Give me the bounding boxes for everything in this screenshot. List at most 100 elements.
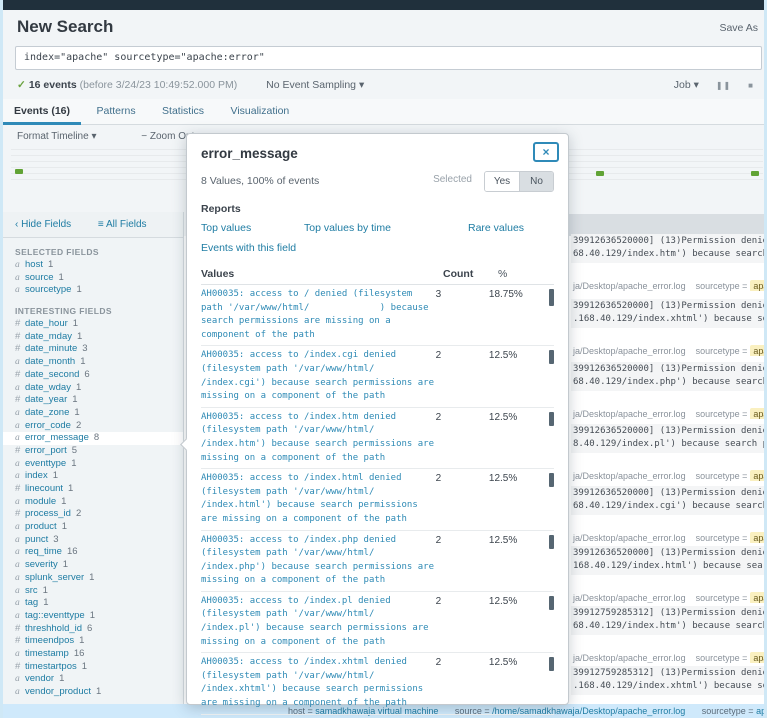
field-name-link[interactable]: date_minute (25, 343, 77, 354)
field-name-link[interactable]: splunk_server (25, 572, 84, 583)
event-source-fragment[interactable]: ja/Desktop/apache_error.log (573, 471, 686, 481)
value-text-link[interactable]: AH00035: access to / denied (filesystem … (201, 288, 436, 342)
tab-events[interactable]: Events (16) (3, 99, 82, 125)
field-row-timestartpos[interactable]: # timestartpos 1 (3, 661, 183, 674)
field-row-process_id[interactable]: # process_id 2 (3, 508, 183, 521)
event-source-fragment[interactable]: ja/Desktop/apache_error.log (573, 346, 686, 356)
field-row-eventtype[interactable]: a eventtype 1 (3, 458, 183, 471)
timeline-bar-segment[interactable] (596, 171, 604, 176)
value-text-link[interactable]: AH00035: access to /index.xhtml denied (… (201, 656, 436, 710)
selected-yes-button[interactable]: Yes (485, 172, 519, 191)
field-name-link[interactable]: date_year (25, 394, 67, 405)
value-text-link[interactable]: AH00035: access to /index.pl denied (fil… (201, 595, 436, 649)
event-row[interactable]: 39912759285312] (13)Permission denied: [… (571, 666, 764, 695)
field-row-vendor_product[interactable]: a vendor_product 1 (3, 686, 183, 699)
all-fields-link[interactable]: ≡ All Fields (98, 219, 147, 230)
field-name-link[interactable]: tag::eventtype (25, 610, 85, 621)
field-name-link[interactable]: error_port (25, 445, 67, 456)
field-name-link[interactable]: eventtype (25, 458, 66, 469)
close-icon[interactable]: × (533, 142, 559, 162)
field-row-date_mday[interactable]: # date_mday 1 (3, 331, 183, 344)
field-row-host[interactable]: a host 1 (3, 259, 183, 272)
field-name-link[interactable]: date_hour (25, 318, 68, 329)
field-row-severity[interactable]: a severity 1 (3, 559, 183, 572)
top-values-by-time-link[interactable]: Top values by time (304, 222, 391, 234)
field-name-link[interactable]: sourcetype (25, 284, 71, 295)
value-text-link[interactable]: AH00035: access to /index.htm denied (fi… (201, 411, 436, 465)
field-name-link[interactable]: source (25, 272, 54, 283)
field-name-link[interactable]: date_month (25, 356, 75, 367)
field-row-splunk_server[interactable]: a splunk_server 1 (3, 572, 183, 585)
field-name-link[interactable]: threshhold_id (25, 623, 82, 634)
event-row[interactable]: 39912636520000] (13)Permission denied: [… (571, 362, 764, 419)
selected-no-button[interactable]: No (519, 172, 553, 191)
field-row-threshhold_id[interactable]: # threshhold_id 6 (3, 623, 183, 636)
pause-icon[interactable]: ❚❚ (716, 81, 731, 90)
event-row[interactable]: 39912759285312] (13)Permission denied: [… (571, 606, 764, 663)
field-row-source[interactable]: a source 1 (3, 272, 183, 285)
tab-patterns[interactable]: Patterns (85, 99, 146, 125)
event-source-fragment[interactable]: ja/Desktop/apache_error.log (573, 653, 686, 663)
value-text-link[interactable]: AH00035: access to /index.cgi denied (fi… (201, 349, 436, 403)
field-name-link[interactable]: severity (25, 559, 58, 570)
top-values-link[interactable]: Top values (201, 222, 251, 234)
field-name-link[interactable]: vendor_product (25, 686, 91, 697)
rare-values-link[interactable]: Rare values (468, 222, 524, 234)
field-row-vendor[interactable]: a vendor 1 (3, 673, 183, 686)
timeline-bar-segment[interactable] (751, 171, 759, 176)
event-row[interactable]: 39912636520000] (13)Permission denied: [… (571, 234, 764, 291)
field-name-link[interactable]: product (25, 521, 57, 532)
event-source-fragment[interactable]: ja/Desktop/apache_error.log (573, 281, 686, 291)
field-name-link[interactable]: date_wday (25, 382, 71, 393)
field-row-index[interactable]: a index 1 (3, 470, 183, 483)
field-row-timestamp[interactable]: a timestamp 16 (3, 648, 183, 661)
field-name-link[interactable]: process_id (25, 508, 71, 519)
stop-icon[interactable]: ■ (748, 81, 754, 90)
field-name-link[interactable]: date_second (25, 369, 79, 380)
field-row-error_port[interactable]: # error_port 5 (3, 445, 183, 458)
event-row[interactable]: 39912636520000] (13)Permission denied: [… (571, 424, 764, 481)
save-as-button[interactable]: Save As (719, 22, 758, 34)
sourcetype-highlighted-value[interactable]: apach (750, 408, 764, 419)
field-row-timeendpos[interactable]: # timeendpos 1 (3, 635, 183, 648)
sourcetype-highlighted-value[interactable]: apad (750, 532, 764, 543)
field-name-link[interactable]: punct (25, 534, 48, 545)
field-row-sourcetype[interactable]: a sourcetype 1 (3, 284, 183, 297)
sourcetype-highlighted-value[interactable]: apach (750, 592, 764, 603)
field-row-tag[interactable]: a tag 1 (3, 597, 183, 610)
field-row-date_hour[interactable]: # date_hour 1 (3, 318, 183, 331)
field-row-tag::eventtype[interactable]: a tag::eventtype 1 (3, 610, 183, 623)
sourcetype-highlighted-value[interactable]: apac (750, 470, 764, 481)
field-name-link[interactable]: date_mday (25, 331, 72, 342)
field-row-linecount[interactable]: # linecount 1 (3, 483, 183, 496)
field-name-link[interactable]: error_code (25, 420, 71, 431)
event-row[interactable]: 39912636520000] (13)Permission denied: [… (571, 546, 764, 603)
field-row-date_zone[interactable]: a date_zone 1 (3, 407, 183, 420)
field-name-link[interactable]: timestartpos (25, 661, 77, 672)
timeline-bar-segment[interactable] (15, 169, 23, 174)
field-name-link[interactable]: src (25, 585, 38, 596)
tab-statistics[interactable]: Statistics (151, 99, 215, 125)
job-dropdown[interactable]: Job ▾ (674, 79, 699, 91)
field-row-punct[interactable]: a punct 3 (3, 534, 183, 547)
field-name-link[interactable]: module (25, 496, 56, 507)
field-name-link[interactable]: tag (25, 597, 38, 608)
value-text-link[interactable]: AH00035: access to /index.php denied (fi… (201, 534, 436, 588)
format-timeline-dropdown[interactable]: Format Timeline ▾ (17, 131, 96, 142)
field-name-link[interactable]: date_zone (25, 407, 69, 418)
sourcetype-highlighted-value[interactable]: apac (750, 345, 764, 356)
field-row-date_second[interactable]: # date_second 6 (3, 369, 183, 382)
field-name-link[interactable]: req_time (25, 546, 62, 557)
field-name-link[interactable]: linecount (25, 483, 63, 494)
event-source-fragment[interactable]: ja/Desktop/apache_error.log (573, 533, 686, 543)
field-name-link[interactable]: host (25, 259, 43, 270)
sourcetype-highlighted-value[interactable]: apach (750, 280, 764, 291)
event-source-fragment[interactable]: ja/Desktop/apache_error.log (573, 409, 686, 419)
event-row[interactable]: 39912636520000] (13)Permission denied: [… (571, 486, 764, 543)
value-text-link[interactable]: AH00035: access to /index.html denied (f… (201, 472, 436, 526)
sourcetype-value-link[interactable]: apa (756, 706, 764, 716)
event-row[interactable]: 39912636520000] (13)Permission denied: [… (571, 299, 764, 356)
hide-fields-link[interactable]: ‹ Hide Fields (15, 219, 71, 230)
field-name-link[interactable]: timestamp (25, 648, 69, 659)
event-sampling-dropdown[interactable]: No Event Sampling ▾ (266, 79, 364, 91)
